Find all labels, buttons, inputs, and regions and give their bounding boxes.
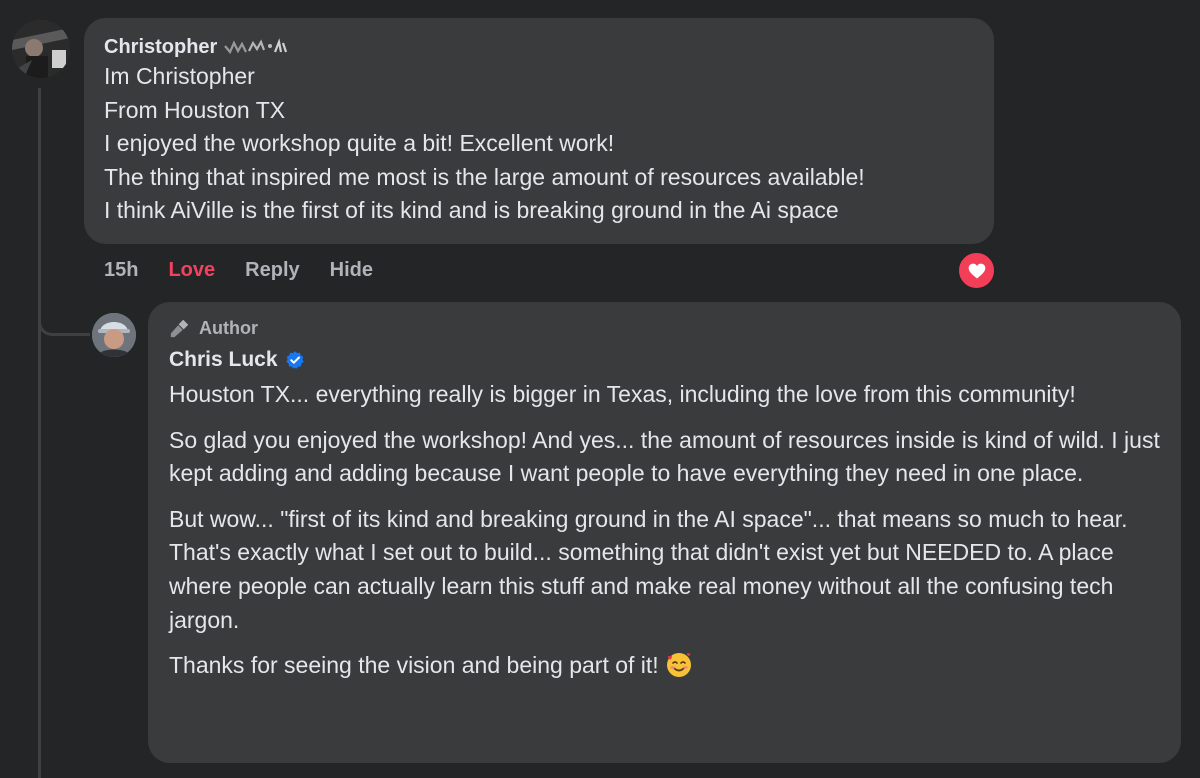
reply-button[interactable]: Reply — [245, 256, 299, 284]
hide-button[interactable]: Hide — [330, 256, 373, 284]
author-badge: Author — [169, 316, 1161, 340]
avatar-christopher[interactable] — [12, 20, 70, 78]
redacted-scribble-icon — [224, 38, 288, 55]
comment-author-name[interactable]: Christopher — [104, 34, 217, 60]
comment-text-line: I enjoyed the workshop quite a bit! Exce… — [104, 130, 615, 157]
microphone-icon — [170, 319, 189, 338]
avatar-photo-icon — [92, 313, 136, 357]
reaction-count[interactable] — [957, 251, 996, 290]
smiling-face-with-hearts-icon — [666, 653, 691, 678]
thread-line — [38, 88, 41, 778]
reply-connector — [38, 290, 90, 336]
comment-author[interactable]: Christopher — [104, 34, 974, 60]
reply-author-name[interactable]: Chris Luck — [169, 346, 278, 374]
comment-text-line: From Houston TX — [104, 96, 286, 123]
comment-bubble: Christopher Im Christopher From Houston … — [84, 18, 994, 244]
reply-paragraph-text: Thanks for seeing the vision and being p… — [169, 652, 659, 679]
reply-author[interactable]: Chris Luck — [169, 346, 1161, 374]
comment-timestamp[interactable]: 15h — [104, 256, 138, 284]
verified-badge-icon — [285, 351, 304, 369]
comment-actions: 15h Love Reply Hide — [104, 256, 373, 284]
reply-bubble: Author Chris Luck Houston TX... everythi… — [148, 302, 1181, 763]
reply-paragraph: Houston TX... everything really is bigge… — [169, 381, 1076, 407]
reply-paragraph: So glad you enjoyed the workshop! And ye… — [169, 426, 1160, 487]
reply-paragraph: But wow... "first of its kind and breaki… — [169, 505, 1128, 633]
heart-icon — [968, 263, 985, 278]
reply-paragraph-last: Thanks for seeing the vision and being p… — [169, 649, 1161, 683]
avatar-photo-icon — [12, 20, 70, 78]
love-button[interactable]: Love — [168, 256, 215, 284]
comment-text-line: Im Christopher — [104, 63, 255, 89]
avatar-chris-luck[interactable] — [92, 313, 136, 357]
comment-text-line: The thing that inspired me most is the l… — [104, 163, 865, 190]
comment-text-line: I think AiVille is the first of its kind… — [104, 197, 839, 224]
author-badge-label: Author — [199, 318, 258, 338]
